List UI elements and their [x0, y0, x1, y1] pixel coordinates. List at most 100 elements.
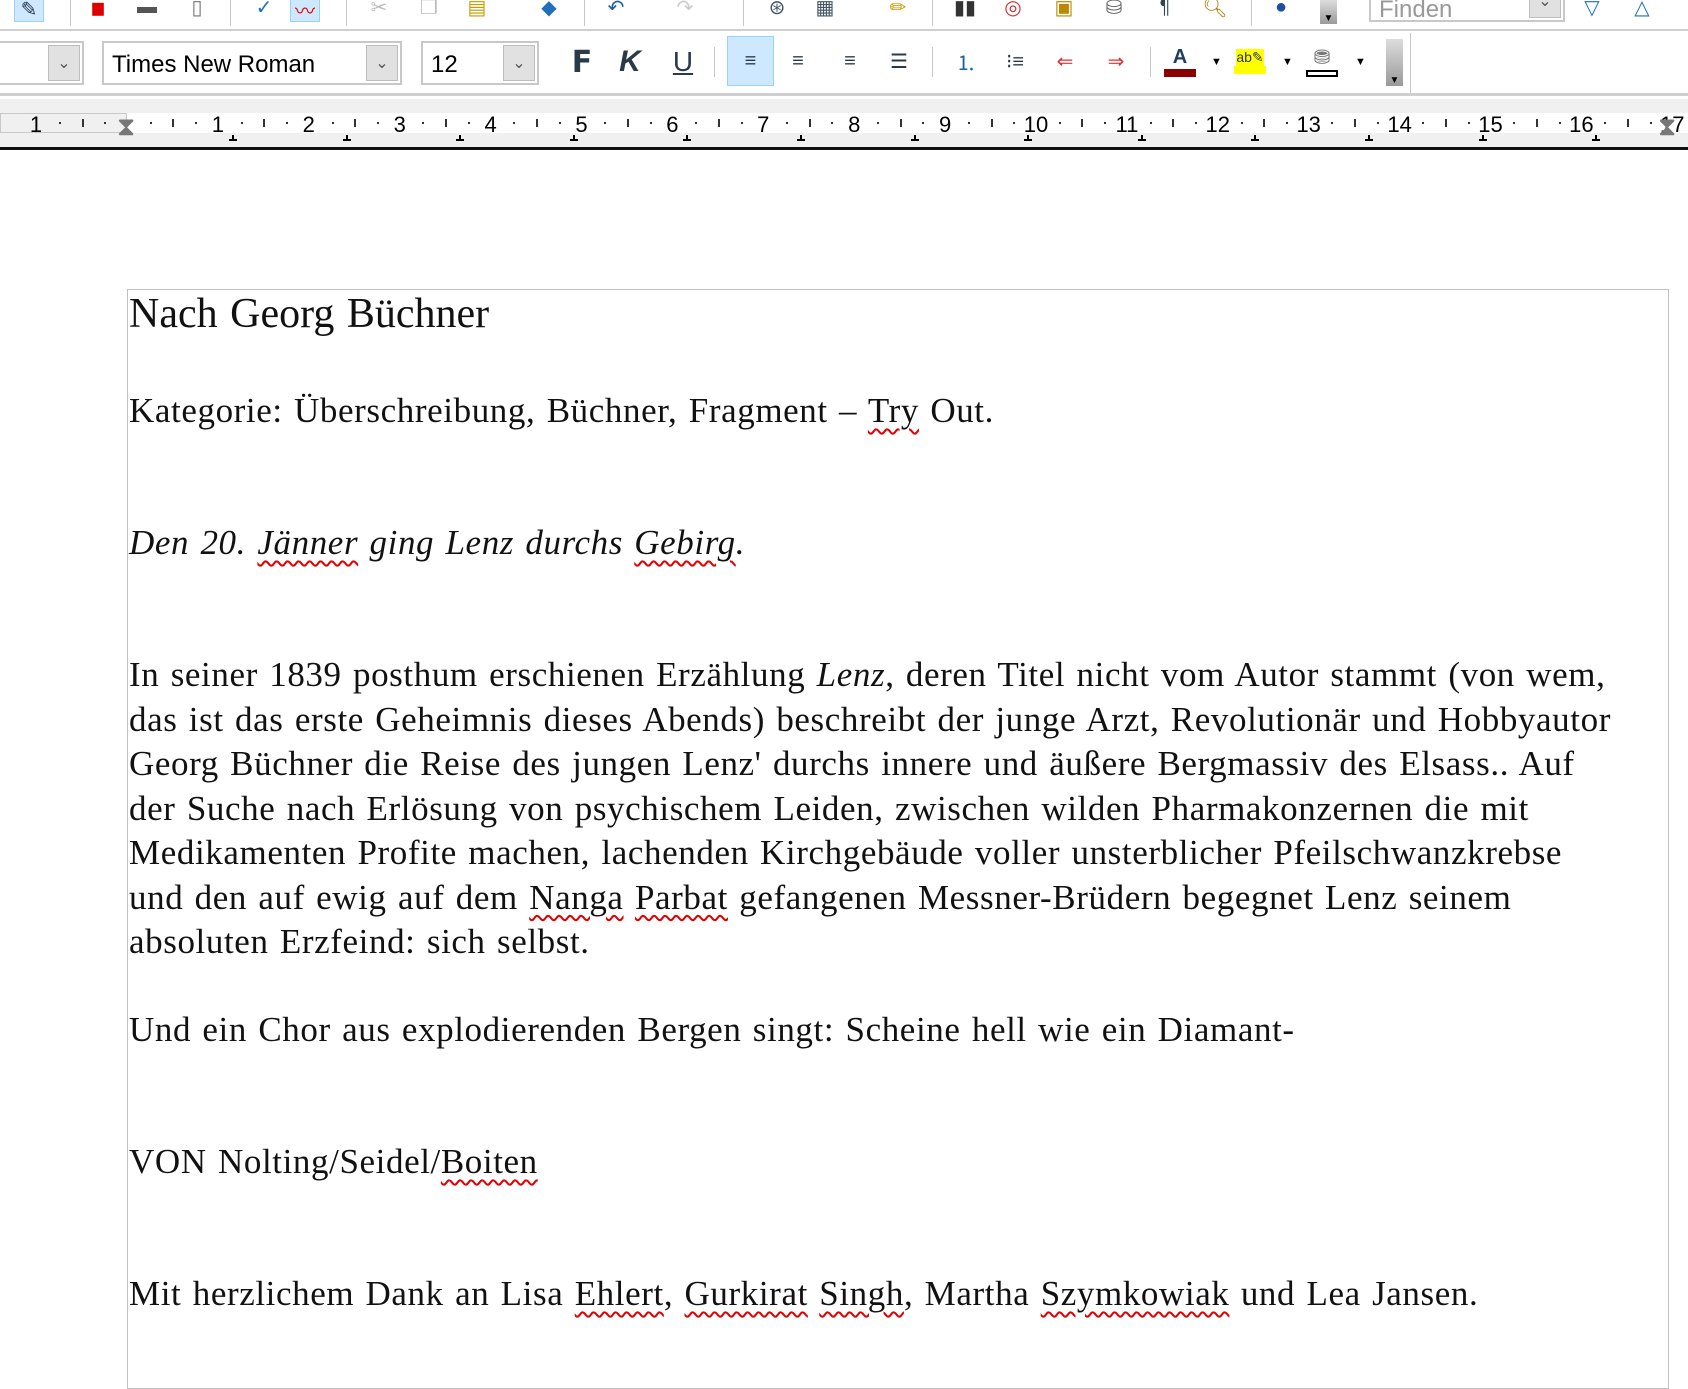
separator [346, 0, 347, 26]
ruler-label: 9 [938, 112, 952, 137]
gallery-icon[interactable]: ◎ [998, 0, 1028, 20]
ruler-half-mark [81, 119, 84, 127]
redo-icon[interactable]: ↷ [670, 0, 700, 20]
separator [714, 47, 715, 77]
paragraph[interactable]: In seiner 1839 posthum erschienen Erzähl… [129, 653, 1611, 965]
ruler-half-mark [1535, 119, 1538, 127]
tab-stop-marker[interactable] [1251, 135, 1260, 141]
chevron-down-icon[interactable]: ⌄ [1529, 0, 1561, 18]
paragraph[interactable]: VON Nolting/Seidel/Boiten [129, 1140, 538, 1185]
print-preview-icon[interactable]: ▯ [182, 0, 212, 20]
ruler-dot [922, 122, 925, 124]
tab-stop-marker[interactable] [910, 135, 919, 141]
ruler-dot [558, 122, 561, 124]
justify-button[interactable]: ☰ [884, 48, 914, 74]
tab-stop-marker[interactable] [797, 135, 805, 141]
separator [1251, 0, 1252, 26]
undo-icon[interactable]: ↶ [601, 0, 631, 20]
ruler-dot [286, 122, 289, 124]
decrease-indent-icon[interactable]: ⇐ [1050, 48, 1080, 74]
tab-stop-marker[interactable] [569, 135, 578, 141]
right-indent-marker[interactable]: ⧗ [1658, 111, 1676, 143]
edit-mode-icon[interactable]: ✎ [14, 0, 44, 22]
shading-dropdown-arrow[interactable]: ▼ [1355, 56, 1366, 68]
tab-stop-marker[interactable] [1137, 135, 1146, 141]
auto-spellcheck-icon[interactable]: 〰 [290, 0, 320, 23]
table-icon[interactable]: ▦ [810, 0, 840, 20]
spellcheck-icon[interactable]: ✓ [249, 0, 279, 20]
ruler-dot [376, 122, 379, 124]
clone-formatting-icon[interactable]: ◆ [534, 0, 564, 20]
font-size-select[interactable]: 12 ⌄ [421, 41, 539, 85]
numbering-icon[interactable]: ⒈ [951, 48, 981, 75]
align-center-button[interactable]: ≡ [783, 48, 813, 74]
highlight-button[interactable]: ab✎ [1234, 43, 1266, 79]
text-line: Und ein Chor aus explodierenden Bergen s… [129, 1008, 1295, 1053]
ruler-half-mark [172, 119, 175, 127]
paragraph-shading-button[interactable]: ⛃ [1306, 43, 1338, 79]
tab-stop-marker[interactable] [1365, 135, 1373, 141]
align-left-button[interactable]: ≡ [727, 36, 774, 86]
chevron-down-icon[interactable]: ⌄ [48, 45, 80, 81]
ruler-dot [240, 122, 243, 124]
formatting-marks-icon[interactable]: ¶ [1150, 0, 1180, 20]
find-next-icon[interactable]: ▽ [1577, 0, 1607, 20]
document-title[interactable]: Nach Georg Büchner [129, 292, 489, 337]
find-previous-icon[interactable]: △ [1627, 0, 1657, 20]
bullets-icon[interactable]: ⁝≡ [1000, 48, 1030, 74]
font-name-select[interactable]: Times New Roman ⌄ [102, 41, 402, 85]
underline-button[interactable]: U [668, 46, 698, 77]
paint-bucket-icon: ⛃ [1313, 47, 1331, 69]
horizontal-ruler[interactable]: 1 1 2 3 4 5 6 7 8 9 10 11 12 13 14 15 16 17 ⧗ ⧗ [0, 99, 1688, 147]
tab-stop-marker[interactable] [456, 135, 465, 141]
paste-icon[interactable]: ▤ [462, 0, 492, 20]
tab-stop-marker[interactable] [683, 135, 692, 141]
formatting-toolbar: ⌄ Times New Roman ⌄ 12 ⌄ F K U ≡ ≡ ≡ ☰ ⒈… [0, 33, 1688, 96]
ruler-half-mark [536, 119, 539, 127]
chevron-down-icon[interactable]: ⌄ [503, 45, 535, 81]
paragraph-style-select[interactable]: ⌄ [0, 41, 84, 85]
text-run: der Suche nach Erlösung von psychischem … [129, 788, 1529, 828]
toolbar-overflow-button[interactable]: ▼ [1320, 0, 1337, 24]
ruler-dot [1467, 122, 1470, 124]
zoom-icon[interactable]: 🔍︎ [1200, 0, 1230, 20]
italic-button[interactable]: K [615, 45, 645, 78]
ruler-label: 2 [302, 112, 315, 137]
paragraph[interactable]: Und ein Chor aus explodierenden Bergen s… [129, 1008, 1295, 1053]
tab-stop-marker[interactable] [1024, 135, 1033, 141]
image-icon[interactable]: ▣ [1049, 0, 1079, 20]
left-indent-marker[interactable]: ⧗ [117, 111, 135, 143]
ruler-label: 3 [393, 112, 406, 137]
tab-stop-marker[interactable] [229, 135, 237, 141]
increase-indent-icon[interactable]: ⇒ [1101, 48, 1131, 74]
tab-stop-marker[interactable] [1478, 135, 1487, 141]
paragraph[interactable]: Kategorie: Überschreibung, Büchner, Frag… [129, 389, 994, 434]
tab-stop-marker[interactable] [342, 135, 351, 141]
text-run: VON Nolting/Seidel/ [129, 1142, 441, 1181]
bold-button[interactable]: F [567, 45, 597, 80]
align-right-button[interactable]: ≡ [835, 48, 865, 74]
print-icon[interactable]: ▬ [132, 0, 162, 20]
ruler-half-mark [1445, 119, 1448, 127]
font-color-dropdown-arrow[interactable]: ▼ [1211, 56, 1222, 68]
ruler-dot [195, 122, 198, 124]
paragraph[interactable]: Den 20. Jänner ging Lenz durchs Gebirg. [129, 521, 745, 566]
chevron-down-icon[interactable]: ⌄ [366, 45, 398, 81]
paragraph[interactable]: Mit herzlichem Dank an Lisa Ehlert, Gurk… [129, 1272, 1478, 1317]
hyperlink-icon[interactable]: ⊛ [762, 0, 792, 20]
find-input[interactable]: Finden ⌄ [1369, 0, 1565, 23]
tab-stop-marker[interactable] [1592, 135, 1601, 141]
highlight-dropdown-arrow[interactable]: ▼ [1282, 56, 1293, 68]
toolbar-overflow-button[interactable]: ▼ [1386, 39, 1403, 86]
highlighter-icon: ab✎ [1236, 48, 1264, 66]
ruler-dot [149, 122, 152, 124]
navigator-icon[interactable]: ▮▮ [950, 0, 980, 20]
copy-icon[interactable]: ❐ [414, 0, 444, 20]
data-sources-icon[interactable]: ⛁ [1099, 0, 1129, 20]
draw-functions-icon[interactable]: ✏ [883, 0, 913, 20]
font-color-button[interactable]: A [1164, 43, 1196, 79]
help-icon[interactable]: ● [1266, 0, 1296, 20]
cut-icon[interactable]: ✂ [364, 0, 394, 20]
misspelled-word: Szymkowiak [1040, 1274, 1230, 1313]
export-pdf-icon[interactable]: ▆ [83, 0, 113, 20]
